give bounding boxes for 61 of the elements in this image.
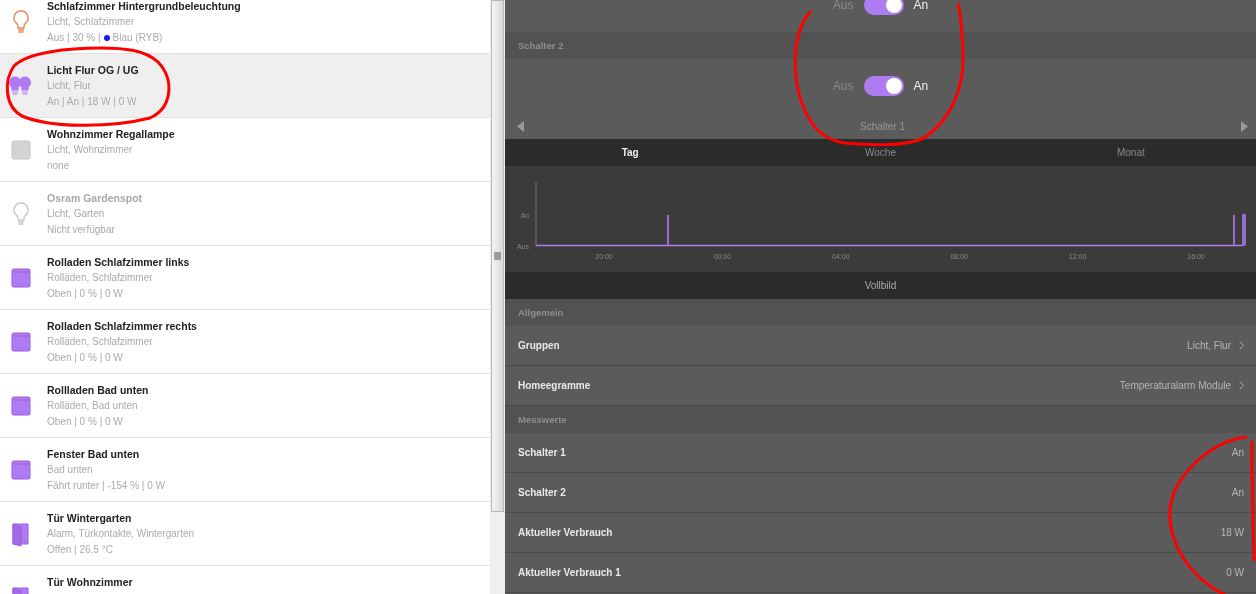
row-value: An <box>1231 447 1244 458</box>
color-name: Blau (RYB) <box>112 31 163 45</box>
range-tab[interactable]: Woche <box>755 139 1006 166</box>
device-name: Rolladen Schlafzimmer links <box>47 256 190 269</box>
row-label: Gruppen <box>518 340 560 351</box>
row-value: Temperaturalarm Module <box>1119 380 1231 391</box>
section-header: Schalter 2 <box>518 40 564 51</box>
device-groups: Alarm, Türkontakte, Wintergarten <box>47 527 195 541</box>
device-groups: Rolläden, Bad unten <box>47 399 149 413</box>
device-groups: Rolläden, Schlafzimmer <box>47 335 197 349</box>
device-groups: Licht, Schlafzimmer <box>47 15 241 29</box>
device-status: Nicht verfügbar <box>47 223 116 237</box>
device-name: Rolladen Schlafzimmer rechts <box>47 320 197 333</box>
device-groups: Rolläden, Schlafzimmer <box>47 271 190 285</box>
device-name: Fenster Bad unten <box>47 448 141 461</box>
device-list-item[interactable]: Licht Flur OG / UG Licht, Flur An | An | 18 W | 0 W <box>0 54 490 118</box>
device-name: Osram Gardenspot <box>47 192 143 205</box>
device-name: Tür Wintergarten <box>47 512 133 525</box>
next-arrow-icon[interactable] <box>1241 120 1248 132</box>
device-groups: Licht, Wohnzimmer <box>47 143 175 157</box>
row-value: Licht, Flur <box>1187 340 1231 351</box>
row-label: Aktueller Verbrauch 1 <box>518 567 621 578</box>
on-label: An <box>913 0 929 12</box>
row-value: 18 W <box>1220 527 1244 538</box>
device-name: Rollladen Bad unten <box>47 384 149 397</box>
section-header: Allgemein <box>518 307 564 318</box>
device-groups: Licht, Flur <box>47 79 139 93</box>
chevron-right-icon <box>1239 381 1244 390</box>
device-status: Oben | 0 % | 0 W <box>47 351 124 365</box>
device-groups: Licht, Garten <box>47 207 143 221</box>
device-name: Schlafzimmer Hintergrundbeleuchtung <box>47 0 241 13</box>
device-name: Tür Wohnzimmer <box>47 576 133 589</box>
on-label: An <box>913 79 929 93</box>
device-status: An | An | 18 W | 0 W <box>47 95 138 109</box>
device-status: Aus | 30 % | <box>47 31 101 45</box>
toggle-switch[interactable] <box>863 76 904 96</box>
device-name: Wohnzimmer Regallampe <box>47 128 175 141</box>
section-header: Messwerte <box>518 414 567 425</box>
device-list-item[interactable]: Schlafzimmer Hintergrundbeleuchtung Licht, Schlafzimmer Aus | 30 % | Blau (RYB) <box>0 0 490 54</box>
row-label: Schalter 1 <box>518 447 566 458</box>
device-status: Oben | 0 % | 0 W <box>47 287 124 301</box>
device-status: Oben | 0 % | 0 W <box>47 415 124 429</box>
device-name: Licht Flur OG / UG <box>47 64 139 77</box>
fullscreen-button[interactable]: Vollbild <box>860 278 901 293</box>
row-value: 0 W <box>1226 567 1244 578</box>
scrollbar-thumb[interactable] <box>491 0 504 512</box>
grip-icon <box>494 252 501 260</box>
row-value: An <box>1231 487 1244 498</box>
previous-arrow-icon[interactable] <box>517 120 524 132</box>
pager-label: Schalter 1 <box>860 120 905 132</box>
range-tab[interactable]: Tag <box>505 139 756 166</box>
toggle-switch[interactable] <box>863 0 904 15</box>
range-tab[interactable]: Monat <box>1005 139 1256 166</box>
device-status: Offen | 26.5 °C <box>47 543 114 557</box>
device-status: Fährt runter | -154 % | 0 W <box>47 479 165 493</box>
row-label: Aktueller Verbrauch <box>518 527 613 538</box>
device-status: none <box>47 159 71 173</box>
device-groups: Bad unten <box>47 463 165 477</box>
row-label: Homeegramme <box>518 380 591 391</box>
chevron-right-icon <box>1239 341 1244 350</box>
row-label: Schalter 2 <box>518 487 566 498</box>
